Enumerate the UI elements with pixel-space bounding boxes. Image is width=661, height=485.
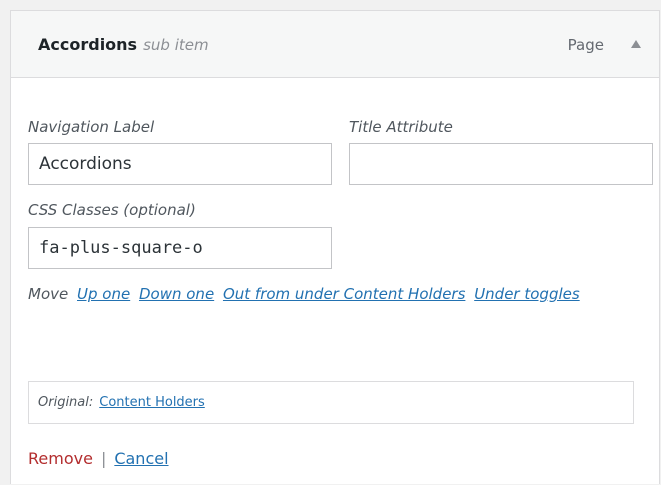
action-separator: | (100, 449, 107, 468)
item-actions: Remove | Cancel (28, 446, 169, 472)
menu-item-title: Accordions sub item (38, 35, 209, 55)
move-controls: Move Up one Down one Out from under Cont… (28, 281, 648, 307)
menu-item-panel: Accordions sub item Page Navigation Label… (10, 10, 660, 484)
css-classes-input[interactable] (28, 227, 332, 269)
original-link-box: Original: Content Holders (28, 381, 634, 424)
navigation-label-input[interactable] (28, 143, 332, 185)
original-label: Original: (38, 395, 94, 410)
title-attribute-caption: Title Attribute (349, 118, 453, 136)
original-content-holders-link[interactable]: Content Holders (99, 395, 205, 410)
move-down-one-link[interactable]: Down one (139, 285, 214, 303)
remove-link[interactable]: Remove (28, 449, 93, 468)
move-up-one-link[interactable]: Up one (77, 285, 130, 303)
menu-item-title-text: Accordions (38, 35, 138, 54)
move-under-toggles-link[interactable]: Under toggles (474, 285, 579, 303)
navigation-label-caption: Navigation Label (28, 118, 155, 136)
move-label: Move (28, 285, 69, 303)
title-attribute-input[interactable] (349, 143, 653, 185)
menu-item-subtitle: sub item (143, 36, 209, 54)
css-classes-caption: CSS Classes (optional) (28, 201, 196, 219)
cancel-link[interactable]: Cancel (114, 449, 168, 468)
menu-item-settings: Navigation Label Title Attribute CSS Cla… (11, 78, 659, 485)
menu-item-type: Page (567, 36, 604, 54)
move-out-from-under-link[interactable]: Out from under Content Holders (223, 285, 465, 303)
arrow-up-icon[interactable] (631, 40, 641, 48)
menu-item-header[interactable]: Accordions sub item Page (11, 11, 659, 78)
